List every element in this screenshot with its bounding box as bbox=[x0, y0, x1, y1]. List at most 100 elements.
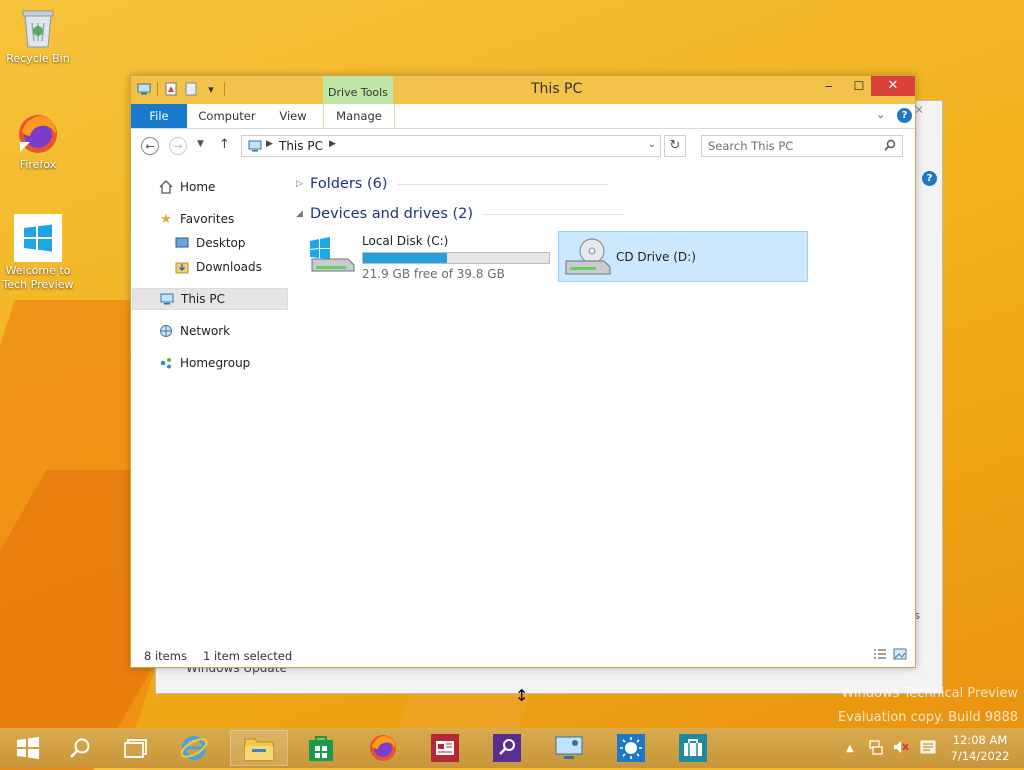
drive-cd-d[interactable]: CD Drive (D:) bbox=[558, 231, 808, 282]
taskbar-firefox[interactable] bbox=[354, 730, 412, 766]
nav-item-home[interactable]: Home bbox=[158, 176, 314, 198]
nav-item-label: Favorites bbox=[180, 212, 235, 226]
group-header-label: Devices and drives (2) bbox=[310, 206, 474, 222]
task-view-icon bbox=[124, 739, 147, 758]
tab-view[interactable]: View bbox=[271, 104, 315, 128]
new-folder-icon[interactable] bbox=[184, 82, 198, 96]
toolbar-separator bbox=[224, 82, 225, 96]
system-tray: ▲ bbox=[846, 728, 936, 768]
tab-computer[interactable]: Computer bbox=[191, 104, 263, 128]
navigation-bar: ← → ▼ ↑ ▶ This PC ▶ ⌄ ↻ bbox=[131, 129, 915, 163]
firefox-icon bbox=[370, 735, 396, 761]
refresh-button[interactable]: ↻ bbox=[664, 135, 686, 157]
large-icons-view-icon[interactable] bbox=[893, 648, 907, 663]
explorer-window[interactable]: ▾ Drive Tools This PC ‒ ☐ ✕ File Compute… bbox=[130, 75, 916, 668]
cd-drive-icon bbox=[562, 237, 612, 280]
watermark-line: Evaluation copy. Build 9888 bbox=[837, 710, 1018, 725]
taskbar-file-explorer[interactable] bbox=[230, 730, 288, 766]
contextual-tab-group-label: Drive Tools bbox=[323, 76, 393, 104]
taskbar-news[interactable] bbox=[416, 730, 474, 766]
status-selection: 1 item selected bbox=[203, 649, 293, 663]
taskbar-pc-settings[interactable] bbox=[540, 730, 598, 766]
taskbar-search-app[interactable] bbox=[478, 730, 536, 766]
breadcrumb-this-pc[interactable]: This PC bbox=[279, 139, 323, 153]
nav-item-favorites[interactable]: ★ Favorites bbox=[158, 208, 314, 230]
forward-button[interactable]: → bbox=[169, 137, 187, 155]
start-button[interactable] bbox=[0, 728, 56, 768]
recent-locations-chevron-icon[interactable]: ▼ bbox=[197, 139, 204, 149]
pc-settings-icon bbox=[555, 736, 583, 759]
minimize-button[interactable]: ‒ bbox=[814, 76, 844, 96]
action-center-icon[interactable] bbox=[920, 739, 936, 758]
task-view-button[interactable] bbox=[108, 728, 164, 768]
expand-chevron-icon[interactable]: ▷ bbox=[296, 179, 310, 189]
taskbar-internet-explorer[interactable] bbox=[165, 730, 223, 766]
taskbar-clock[interactable]: 12:08 AM 7/14/2022 bbox=[940, 732, 1020, 764]
search-input[interactable] bbox=[708, 138, 878, 154]
collapse-chevron-icon[interactable]: ◢ bbox=[296, 209, 310, 219]
travel-icon bbox=[679, 734, 707, 762]
tab-file[interactable]: File bbox=[131, 104, 187, 128]
back-button[interactable]: ← bbox=[141, 137, 159, 155]
desktop-icon-label: Firefox bbox=[19, 158, 57, 171]
resize-cursor-icon: ↕ bbox=[515, 686, 529, 705]
taskbar-store[interactable] bbox=[292, 730, 350, 766]
help-icon[interactable]: ? bbox=[922, 171, 937, 186]
watermark-line: Windows Technical Preview bbox=[841, 686, 1018, 701]
drive-local-disk-c[interactable]: Local Disk (C:) 21.9 GB free of 39.8 GB bbox=[304, 231, 554, 281]
help-icon[interactable]: ? bbox=[897, 108, 912, 123]
nav-item-homegroup[interactable]: Homegroup bbox=[158, 352, 314, 374]
store-icon bbox=[309, 736, 333, 761]
expand-ribbon-icon[interactable]: ⌄ bbox=[876, 108, 885, 121]
properties-icon[interactable] bbox=[164, 82, 178, 96]
up-button[interactable]: ↑ bbox=[219, 137, 230, 152]
tab-manage[interactable]: Manage bbox=[323, 104, 395, 128]
firefox-icon bbox=[16, 112, 60, 156]
close-button[interactable]: ✕ bbox=[871, 76, 915, 96]
taskbar-weather[interactable] bbox=[602, 730, 660, 766]
show-hidden-icons-chevron-icon[interactable]: ▲ bbox=[846, 743, 854, 754]
desktop-icon-firefox[interactable]: Firefox bbox=[0, 112, 76, 172]
details-view-icon[interactable] bbox=[873, 648, 887, 663]
home-icon bbox=[158, 179, 174, 195]
breadcrumb-arrow-icon[interactable]: ▶ bbox=[266, 139, 273, 149]
search-button[interactable] bbox=[52, 728, 108, 768]
search-app-icon bbox=[493, 734, 521, 762]
network-status-icon[interactable] bbox=[868, 739, 884, 758]
search-icon[interactable] bbox=[884, 139, 896, 154]
taskbar-travel[interactable] bbox=[664, 730, 722, 766]
computer-icon[interactable] bbox=[137, 82, 151, 96]
nav-item-network[interactable]: Network bbox=[158, 320, 314, 342]
ribbon-tabs: File Computer View Manage ⌄ ? bbox=[131, 104, 915, 129]
windows-logo-icon bbox=[17, 737, 39, 759]
nav-item-this-pc[interactable]: This PC bbox=[132, 288, 288, 310]
group-divider bbox=[397, 183, 608, 185]
weather-icon bbox=[617, 734, 645, 762]
desktop-icon-welcome[interactable]: Welcome to Tech Preview bbox=[0, 214, 76, 292]
breadcrumb-arrow-icon[interactable]: ▶ bbox=[329, 139, 336, 149]
windows-logo-icon bbox=[14, 214, 62, 262]
recycle-bin-icon bbox=[16, 6, 60, 50]
desktop-icon-recycle-bin[interactable]: Recycle Bin bbox=[0, 6, 76, 66]
nav-item-label: Network bbox=[180, 324, 231, 338]
title-bar[interactable]: ▾ Drive Tools This PC ‒ ☐ ✕ bbox=[131, 76, 915, 104]
drive-usage-fill bbox=[363, 253, 447, 263]
address-history-chevron-icon[interactable]: ⌄ bbox=[648, 139, 656, 150]
star-icon: ★ bbox=[160, 211, 172, 227]
drive-free-space: 21.9 GB free of 39.8 GB bbox=[362, 267, 505, 281]
status-bar: 8 items 1 item selected bbox=[131, 644, 915, 666]
nav-item-label: Home bbox=[180, 180, 216, 194]
file-explorer-icon bbox=[244, 738, 274, 761]
group-divider bbox=[483, 213, 624, 215]
group-header-devices[interactable]: ◢ Devices and drives (2) bbox=[296, 206, 624, 222]
group-header-folders[interactable]: ▷ Folders (6) bbox=[296, 176, 608, 192]
customize-toolbar-icon[interactable]: ▾ bbox=[204, 82, 218, 96]
volume-muted-icon[interactable] bbox=[892, 739, 910, 758]
search-box[interactable] bbox=[701, 135, 903, 157]
address-bar[interactable]: ▶ This PC ▶ ⌄ bbox=[241, 135, 661, 157]
search-icon bbox=[70, 738, 90, 758]
hard-drive-icon bbox=[308, 237, 356, 278]
maximize-button[interactable]: ☐ bbox=[844, 76, 874, 96]
drive-name: Local Disk (C:) bbox=[362, 234, 449, 248]
desktop-icon bbox=[174, 235, 190, 251]
